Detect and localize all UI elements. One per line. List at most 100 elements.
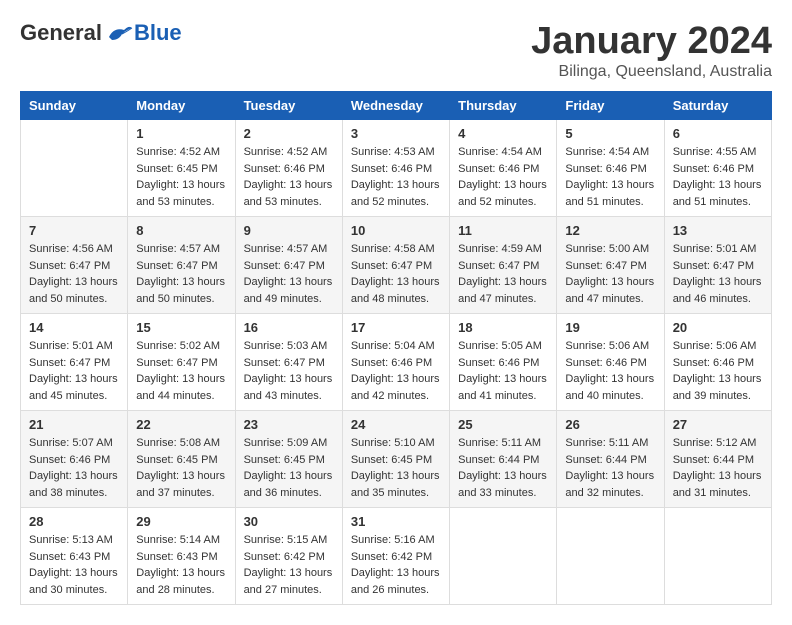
day-header-sunday: Sunday: [21, 92, 128, 120]
day-number: 26: [565, 417, 655, 432]
location-subtitle: Bilinga, Queensland, Australia: [531, 63, 772, 81]
day-info: Sunrise: 5:11 AM Sunset: 6:44 PM Dayligh…: [565, 435, 655, 501]
calendar-cell: 8 Sunrise: 4:57 AM Sunset: 6:47 PM Daylig…: [128, 217, 235, 314]
day-header-friday: Friday: [557, 92, 664, 120]
calendar-cell: 22 Sunrise: 5:08 AM Sunset: 6:45 PM Dayli…: [128, 411, 235, 508]
day-info: Sunrise: 4:59 AM Sunset: 6:47 PM Dayligh…: [458, 241, 548, 307]
day-number: 13: [673, 223, 763, 238]
day-info: Sunrise: 5:02 AM Sunset: 6:47 PM Dayligh…: [136, 338, 226, 404]
calendar-cell: 15 Sunrise: 5:02 AM Sunset: 6:47 PM Dayli…: [128, 314, 235, 411]
day-info: Sunrise: 5:13 AM Sunset: 6:43 PM Dayligh…: [29, 532, 119, 598]
calendar-table: SundayMondayTuesdayWednesdayThursdayFrid…: [20, 91, 772, 605]
day-info: Sunrise: 5:01 AM Sunset: 6:47 PM Dayligh…: [29, 338, 119, 404]
calendar-cell: 2 Sunrise: 4:52 AM Sunset: 6:46 PM Daylig…: [235, 120, 342, 217]
day-info: Sunrise: 4:52 AM Sunset: 6:46 PM Dayligh…: [244, 144, 334, 210]
day-number: 1: [136, 126, 226, 141]
header: General Blue January 2024 Bilinga, Queen…: [20, 20, 772, 81]
day-number: 15: [136, 320, 226, 335]
day-number: 9: [244, 223, 334, 238]
day-number: 28: [29, 514, 119, 529]
calendar-week-row: 7 Sunrise: 4:56 AM Sunset: 6:47 PM Daylig…: [21, 217, 772, 314]
day-info: Sunrise: 4:57 AM Sunset: 6:47 PM Dayligh…: [136, 241, 226, 307]
day-info: Sunrise: 5:12 AM Sunset: 6:44 PM Dayligh…: [673, 435, 763, 501]
calendar-cell: 6 Sunrise: 4:55 AM Sunset: 6:46 PM Daylig…: [664, 120, 771, 217]
day-number: 23: [244, 417, 334, 432]
day-number: 2: [244, 126, 334, 141]
calendar-cell: 28 Sunrise: 5:13 AM Sunset: 6:43 PM Dayli…: [21, 508, 128, 605]
day-number: 4: [458, 126, 548, 141]
logo-blue-text: Blue: [134, 20, 182, 46]
day-number: 8: [136, 223, 226, 238]
calendar-cell: 13 Sunrise: 5:01 AM Sunset: 6:47 PM Dayli…: [664, 217, 771, 314]
day-header-tuesday: Tuesday: [235, 92, 342, 120]
day-number: 18: [458, 320, 548, 335]
day-number: 29: [136, 514, 226, 529]
day-info: Sunrise: 5:06 AM Sunset: 6:46 PM Dayligh…: [565, 338, 655, 404]
calendar-cell: [557, 508, 664, 605]
day-info: Sunrise: 4:56 AM Sunset: 6:47 PM Dayligh…: [29, 241, 119, 307]
title-area: January 2024 Bilinga, Queensland, Austra…: [531, 20, 772, 81]
calendar-cell: 14 Sunrise: 5:01 AM Sunset: 6:47 PM Dayli…: [21, 314, 128, 411]
calendar-cell: 12Sunrise: 5:00 AM Sunset: 6:47 PM Dayli…: [557, 217, 664, 314]
day-number: 11: [458, 223, 548, 238]
logo-general-text: General: [20, 20, 102, 46]
day-info: Sunrise: 4:52 AM Sunset: 6:45 PM Dayligh…: [136, 144, 226, 210]
month-title: January 2024: [531, 20, 772, 63]
day-number: 19: [565, 320, 655, 335]
day-number: 22: [136, 417, 226, 432]
day-number: 16: [244, 320, 334, 335]
day-info: Sunrise: 4:58 AM Sunset: 6:47 PM Dayligh…: [351, 241, 441, 307]
day-info: Sunrise: 5:11 AM Sunset: 6:44 PM Dayligh…: [458, 435, 548, 501]
calendar-cell: 30Sunrise: 5:15 AM Sunset: 6:42 PM Dayli…: [235, 508, 342, 605]
calendar-cell: [664, 508, 771, 605]
day-info: Sunrise: 4:54 AM Sunset: 6:46 PM Dayligh…: [458, 144, 548, 210]
calendar-week-row: 28 Sunrise: 5:13 AM Sunset: 6:43 PM Dayli…: [21, 508, 772, 605]
day-number: 31: [351, 514, 441, 529]
calendar-header-row: SundayMondayTuesdayWednesdayThursdayFrid…: [21, 92, 772, 120]
day-number: 6: [673, 126, 763, 141]
day-info: Sunrise: 4:57 AM Sunset: 6:47 PM Dayligh…: [244, 241, 334, 307]
calendar-cell: 4 Sunrise: 4:54 AM Sunset: 6:46 PM Daylig…: [450, 120, 557, 217]
day-number: 7: [29, 223, 119, 238]
day-info: Sunrise: 5:16 AM Sunset: 6:42 PM Dayligh…: [351, 532, 441, 598]
day-number: 3: [351, 126, 441, 141]
day-info: Sunrise: 5:14 AM Sunset: 6:43 PM Dayligh…: [136, 532, 226, 598]
calendar-cell: 18 Sunrise: 5:05 AM Sunset: 6:46 PM Dayli…: [450, 314, 557, 411]
day-info: Sunrise: 4:54 AM Sunset: 6:46 PM Dayligh…: [565, 144, 655, 210]
day-header-thursday: Thursday: [450, 92, 557, 120]
day-number: 5: [565, 126, 655, 141]
calendar-cell: 23 Sunrise: 5:09 AM Sunset: 6:45 PM Dayli…: [235, 411, 342, 508]
calendar-cell: 26 Sunrise: 5:11 AM Sunset: 6:44 PM Dayli…: [557, 411, 664, 508]
day-info: Sunrise: 5:00 AM Sunset: 6:47 PM Dayligh…: [565, 241, 655, 307]
day-info: Sunrise: 5:15 AM Sunset: 6:42 PM Dayligh…: [244, 532, 334, 598]
calendar-cell: 9 Sunrise: 4:57 AM Sunset: 6:47 PM Daylig…: [235, 217, 342, 314]
calendar-cell: 10 Sunrise: 4:58 AM Sunset: 6:47 PM Dayli…: [342, 217, 449, 314]
calendar-cell: 20Sunrise: 5:06 AM Sunset: 6:46 PM Dayli…: [664, 314, 771, 411]
day-number: 21: [29, 417, 119, 432]
day-info: Sunrise: 5:01 AM Sunset: 6:47 PM Dayligh…: [673, 241, 763, 307]
day-info: Sunrise: 5:05 AM Sunset: 6:46 PM Dayligh…: [458, 338, 548, 404]
calendar-cell: 7 Sunrise: 4:56 AM Sunset: 6:47 PM Daylig…: [21, 217, 128, 314]
calendar-cell: [450, 508, 557, 605]
day-number: 24: [351, 417, 441, 432]
calendar-cell: 24 Sunrise: 5:10 AM Sunset: 6:45 PM Dayli…: [342, 411, 449, 508]
day-info: Sunrise: 5:09 AM Sunset: 6:45 PM Dayligh…: [244, 435, 334, 501]
day-number: 10: [351, 223, 441, 238]
day-info: Sunrise: 4:55 AM Sunset: 6:46 PM Dayligh…: [673, 144, 763, 210]
day-number: 17: [351, 320, 441, 335]
calendar-week-row: 1 Sunrise: 4:52 AM Sunset: 6:45 PM Daylig…: [21, 120, 772, 217]
calendar-cell: 29 Sunrise: 5:14 AM Sunset: 6:43 PM Dayli…: [128, 508, 235, 605]
day-info: Sunrise: 5:03 AM Sunset: 6:47 PM Dayligh…: [244, 338, 334, 404]
calendar-cell: 11 Sunrise: 4:59 AM Sunset: 6:47 PM Dayli…: [450, 217, 557, 314]
calendar-cell: 5 Sunrise: 4:54 AM Sunset: 6:46 PM Daylig…: [557, 120, 664, 217]
calendar-cell: 3Sunrise: 4:53 AM Sunset: 6:46 PM Daylig…: [342, 120, 449, 217]
day-info: Sunrise: 5:08 AM Sunset: 6:45 PM Dayligh…: [136, 435, 226, 501]
calendar-cell: 17Sunrise: 5:04 AM Sunset: 6:46 PM Dayli…: [342, 314, 449, 411]
calendar-week-row: 14 Sunrise: 5:01 AM Sunset: 6:47 PM Dayli…: [21, 314, 772, 411]
calendar-cell: 27Sunrise: 5:12 AM Sunset: 6:44 PM Dayli…: [664, 411, 771, 508]
day-info: Sunrise: 5:06 AM Sunset: 6:46 PM Dayligh…: [673, 338, 763, 404]
day-info: Sunrise: 5:10 AM Sunset: 6:45 PM Dayligh…: [351, 435, 441, 501]
calendar-cell: 31 Sunrise: 5:16 AM Sunset: 6:42 PM Dayli…: [342, 508, 449, 605]
day-number: 25: [458, 417, 548, 432]
day-number: 14: [29, 320, 119, 335]
